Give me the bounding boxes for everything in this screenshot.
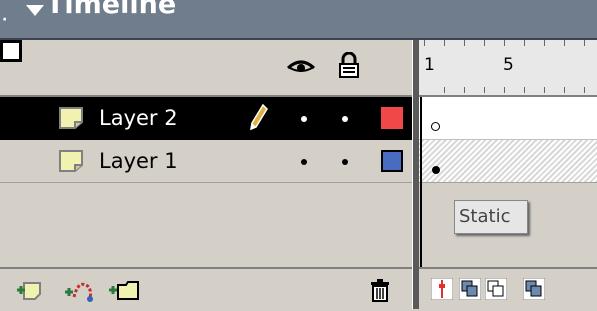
delete-layer-icon[interactable] [369, 279, 391, 303]
lock-dot[interactable] [342, 116, 348, 122]
layer-bottom-bar [0, 267, 412, 311]
pencil-icon [250, 103, 268, 131]
onion-skin-icon[interactable] [459, 278, 481, 300]
ruler-label-1: 1 [424, 55, 435, 75]
ruler-label-5: 5 [503, 55, 514, 75]
layer-row-layer-1[interactable]: Layer 1 [0, 140, 412, 183]
layer-name[interactable]: Layer 1 [99, 148, 178, 174]
lock-dot[interactable] [342, 159, 348, 165]
layers-pane: Layer 2 Layer 1 [0, 40, 412, 311]
tooltip: Static [454, 200, 528, 234]
outline-color-swatch[interactable] [381, 107, 403, 129]
center-frame-icon[interactable] [431, 278, 453, 300]
pane-splitter[interactable] [412, 40, 419, 309]
layer-row-layer-2[interactable]: Layer 2 [0, 97, 412, 140]
layer-header-row [0, 40, 412, 97]
onion-skin-outlines-icon[interactable] [485, 278, 507, 300]
collapse-triangle-icon[interactable] [26, 5, 44, 16]
layer-name[interactable]: Layer 2 [99, 105, 178, 131]
visibility-dot[interactable] [301, 116, 307, 122]
layer-icon [59, 150, 83, 172]
frame-row-layer-2[interactable] [419, 97, 597, 140]
frame-row-layer-1[interactable] [419, 140, 597, 183]
frame-ruler[interactable]: 1 5 [419, 40, 597, 97]
panel-grip-icon[interactable]: · [2, 12, 7, 28]
empty-keyframe[interactable] [431, 122, 440, 131]
tooltip-text: Static [459, 206, 511, 227]
layer-icon [59, 107, 83, 129]
timeline-titlebar[interactable]: · Timeline [0, 0, 597, 40]
outline-color-swatch[interactable] [381, 150, 403, 172]
visibility-dot[interactable] [301, 159, 307, 165]
panel-title: Timeline [46, 0, 177, 20]
outline-icon[interactable] [0, 40, 22, 62]
playhead[interactable] [420, 97, 422, 267]
lock-icon[interactable] [338, 52, 360, 78]
eye-icon[interactable] [286, 58, 316, 74]
insert-layer-icon[interactable] [16, 279, 42, 301]
edit-multiple-frames-icon[interactable] [523, 278, 545, 300]
insert-layer-folder-icon[interactable] [108, 279, 142, 301]
keyframe[interactable] [432, 166, 440, 174]
frames-bottom-bar [419, 267, 597, 309]
frames-pane: 1 5 Static [419, 40, 597, 309]
add-motion-guide-icon[interactable] [64, 279, 94, 303]
